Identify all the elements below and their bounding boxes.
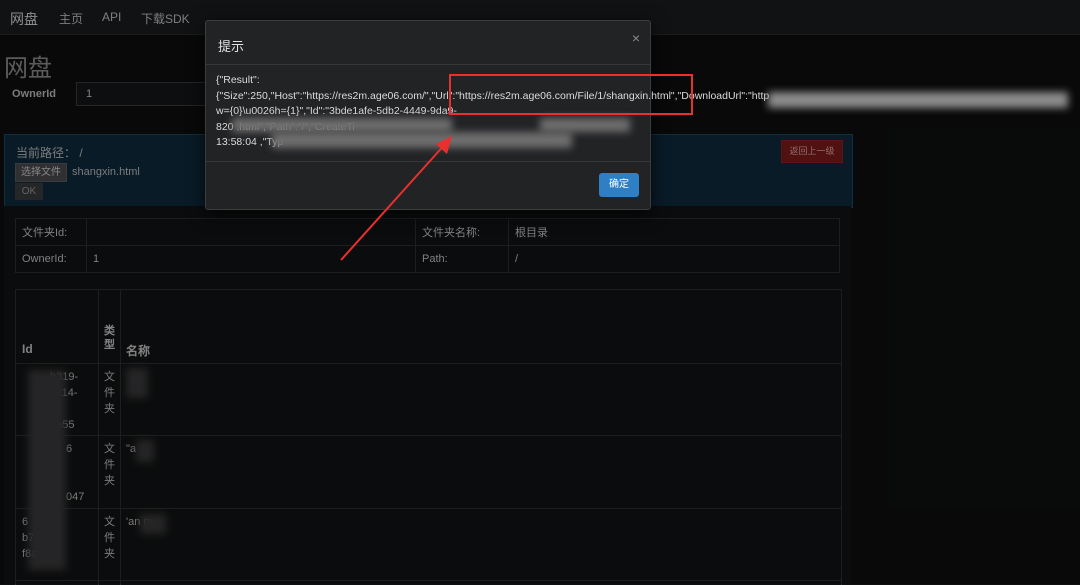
annotation-arrow-icon bbox=[340, 136, 452, 261]
